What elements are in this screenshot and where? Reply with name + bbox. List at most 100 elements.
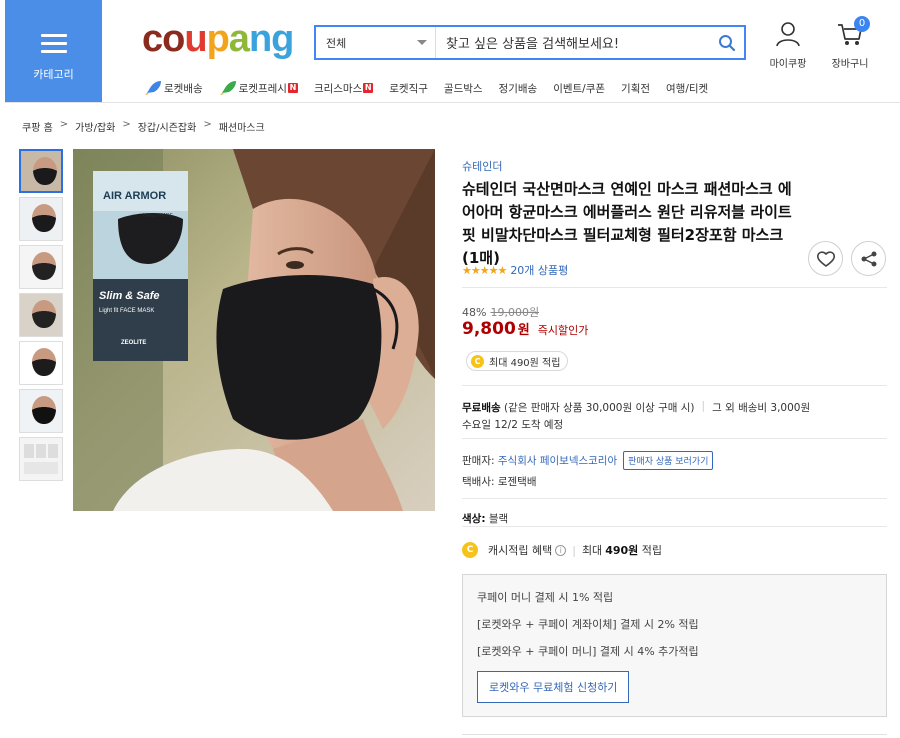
seller-label: 판매자:	[462, 455, 495, 467]
logo-letter: o	[162, 18, 185, 60]
breadcrumb-item[interactable]: 장갑/시즌잡화	[138, 119, 197, 134]
product-thumbnail[interactable]	[19, 197, 63, 241]
other-shipping-fee: 그 외 배송비 3,000원	[712, 402, 811, 414]
rocket-wow-trial-button[interactable]: 로켓와우 무료체험 신청하기	[477, 671, 630, 703]
rating-summary[interactable]: ★★★★★ 20개 상품평	[462, 262, 568, 278]
seller-name-link[interactable]: 주식회사 페이보넥스코리아	[498, 453, 617, 468]
cash-reward-suffix: 적립	[641, 544, 663, 557]
breadcrumb-separator: >	[203, 119, 212, 130]
nav-item-label: 골드박스	[443, 82, 483, 95]
seller-products-button[interactable]: 판매자 상품 보러가기	[623, 451, 714, 470]
share-icon	[861, 251, 876, 266]
box-zeolite-text: ZEOLITE	[121, 340, 146, 346]
nav-item-label: 정기배송	[498, 82, 538, 95]
product-thumbnail[interactable]	[19, 389, 63, 433]
product-title: 슈테인더 국산면마스크 연예인 마스크 패션마스크 에어아머 항균마스크 에버플…	[462, 180, 792, 267]
nav-item[interactable]: 이벤트/쿠폰	[553, 80, 605, 96]
sale-price: 9,800 원 즉시할인가	[462, 319, 588, 339]
box-brand-text: AIR ARMOR	[103, 190, 166, 202]
header-divider	[5, 102, 900, 103]
cash-coin-icon: C	[471, 354, 484, 368]
cart-label: 장바구니	[831, 59, 869, 70]
free-shipping-label: 무료배송	[462, 402, 501, 414]
nav-item-label: 로켓배송	[164, 82, 203, 95]
rocket-fresh-icon	[219, 81, 236, 95]
breadcrumb-item[interactable]: 쿠팡 홈	[22, 119, 53, 134]
product-thumbnail[interactable]	[19, 293, 63, 337]
benefit-line: [로켓와우 + 쿠페이 머니] 결제 시 4% 추가적립	[477, 645, 699, 658]
breadcrumb-item[interactable]: 패션마스크	[219, 119, 265, 134]
coupang-logo[interactable]: coupang	[142, 18, 294, 61]
thumbnail-list	[19, 149, 65, 485]
star-rating: ★★★★★	[462, 263, 507, 277]
seller-info: 판매자: 주식회사 페이보넥스코리아 판매자 상품 보러가기	[462, 451, 714, 470]
category-label: 카테고리	[33, 68, 74, 81]
logo-letter: a	[228, 18, 250, 60]
brand-link[interactable]: 슈테인더	[462, 158, 502, 174]
divider	[462, 287, 887, 288]
main-product-image[interactable]: AIR ARMOR HAND MADE Slim & Safe Light fi…	[73, 149, 435, 511]
instant-discount-label: 즉시할인가	[537, 324, 589, 337]
divider	[462, 438, 887, 439]
search-input[interactable]: 찾고 싶은 상품을 검색해보세요!	[436, 33, 710, 52]
share-button[interactable]	[851, 241, 886, 276]
nav-item[interactable]: 기획전	[621, 80, 650, 96]
breadcrumb-separator: >	[59, 119, 69, 130]
nav-item-label: 이벤트/쿠폰	[553, 82, 606, 95]
review-count-link[interactable]: 20개 상품평	[510, 262, 568, 278]
chevron-down-icon	[417, 40, 427, 45]
logo-letter: p	[206, 18, 230, 60]
breadcrumb: 쿠팡 홈 > 가방/잡화 > 장갑/시즌잡화 > 패션마스크	[22, 119, 265, 134]
product-thumbnail[interactable]	[19, 341, 63, 385]
divider	[462, 498, 887, 499]
reward-pill-text: 최대 490원 적립	[489, 357, 561, 369]
nav-item-label: 로켓직구	[389, 82, 428, 95]
product-thumbnail[interactable]	[19, 149, 63, 193]
category-menu-button[interactable]: 카테고리	[5, 0, 102, 102]
rocket-icon	[145, 81, 161, 95]
benefit-line: 쿠페이 머니 결제 시 1% 적립	[477, 591, 614, 604]
breadcrumb-item[interactable]: 가방/잡화	[75, 119, 115, 134]
new-badge: N	[287, 83, 298, 93]
nav-item[interactable]: 로켓직구	[389, 80, 428, 96]
nav-item-label: 로켓프레시	[238, 82, 287, 95]
heart-icon	[816, 250, 835, 267]
cash-reward-info: C 캐시적립 혜택 i | 최대 490원 적립	[462, 542, 662, 558]
cart-link[interactable]: 0 장바구니	[826, 16, 874, 70]
shipping-info: 무료배송 (같은 판매자 상품 30,000원 이상 구매 시) | 그 외 배송비…	[462, 400, 811, 414]
cash-reward-amount: 490원	[605, 544, 639, 557]
free-shipping-condition: (같은 판매자 상품 30,000원 이상 구매 시)	[503, 402, 695, 414]
wishlist-button[interactable]	[808, 241, 843, 276]
original-price: 19,000원	[490, 306, 540, 319]
nav-item[interactable]: 정기배송	[499, 80, 538, 96]
option-color: 색상: 블랙	[462, 511, 508, 526]
main-nav: 로켓배송 로켓프레시 N 크리스마스 N 로켓직구 골드박스 정기배송 이벤트/쿠폰 기획전 여행/…	[144, 80, 724, 96]
price-unit: 원	[517, 323, 530, 338]
product-thumbnail[interactable]	[19, 245, 63, 289]
nav-item[interactable]: 로켓배송	[144, 80, 203, 96]
my-coupang-link[interactable]: 마이쿠팡	[764, 20, 812, 70]
payment-benefit-box: 쿠페이 머니 결제 시 1% 적립 [로켓와우 + 쿠페이 계좌이체] 결제 시…	[462, 574, 887, 717]
logo-letter: c	[142, 18, 163, 60]
product-thumbnail[interactable]	[19, 437, 63, 481]
nav-item-label: 여행/티켓	[666, 82, 709, 95]
option-color-label: 색상:	[462, 513, 486, 525]
info-icon[interactable]: i	[555, 544, 567, 556]
nav-item[interactable]: 로켓프레시 N	[219, 80, 298, 96]
search-bar: 전체 찾고 싶은 상품을 검색해보세요!	[314, 25, 746, 60]
nav-item-label: 크리스마스	[313, 82, 363, 95]
nav-item[interactable]: 여행/티켓	[666, 80, 708, 96]
divider	[462, 385, 887, 386]
nav-item[interactable]: 크리스마스 N	[313, 80, 374, 96]
option-color-value: 블랙	[488, 513, 509, 525]
cash-reward-label: 캐시적립 혜택	[488, 544, 553, 557]
discount-info: 48% 19,000원	[462, 304, 539, 320]
search-icon[interactable]	[710, 27, 744, 58]
reward-pill[interactable]: C 최대 490원 적립	[466, 351, 569, 371]
cart-count-badge: 0	[854, 16, 870, 32]
search-scope-select[interactable]: 전체	[316, 27, 436, 58]
nav-item[interactable]: 골드박스	[444, 80, 483, 96]
search-scope-value: 전체	[326, 36, 347, 50]
carrier-info: 택배사: 로젠택배	[462, 476, 537, 488]
logo-letter: n	[248, 18, 272, 60]
